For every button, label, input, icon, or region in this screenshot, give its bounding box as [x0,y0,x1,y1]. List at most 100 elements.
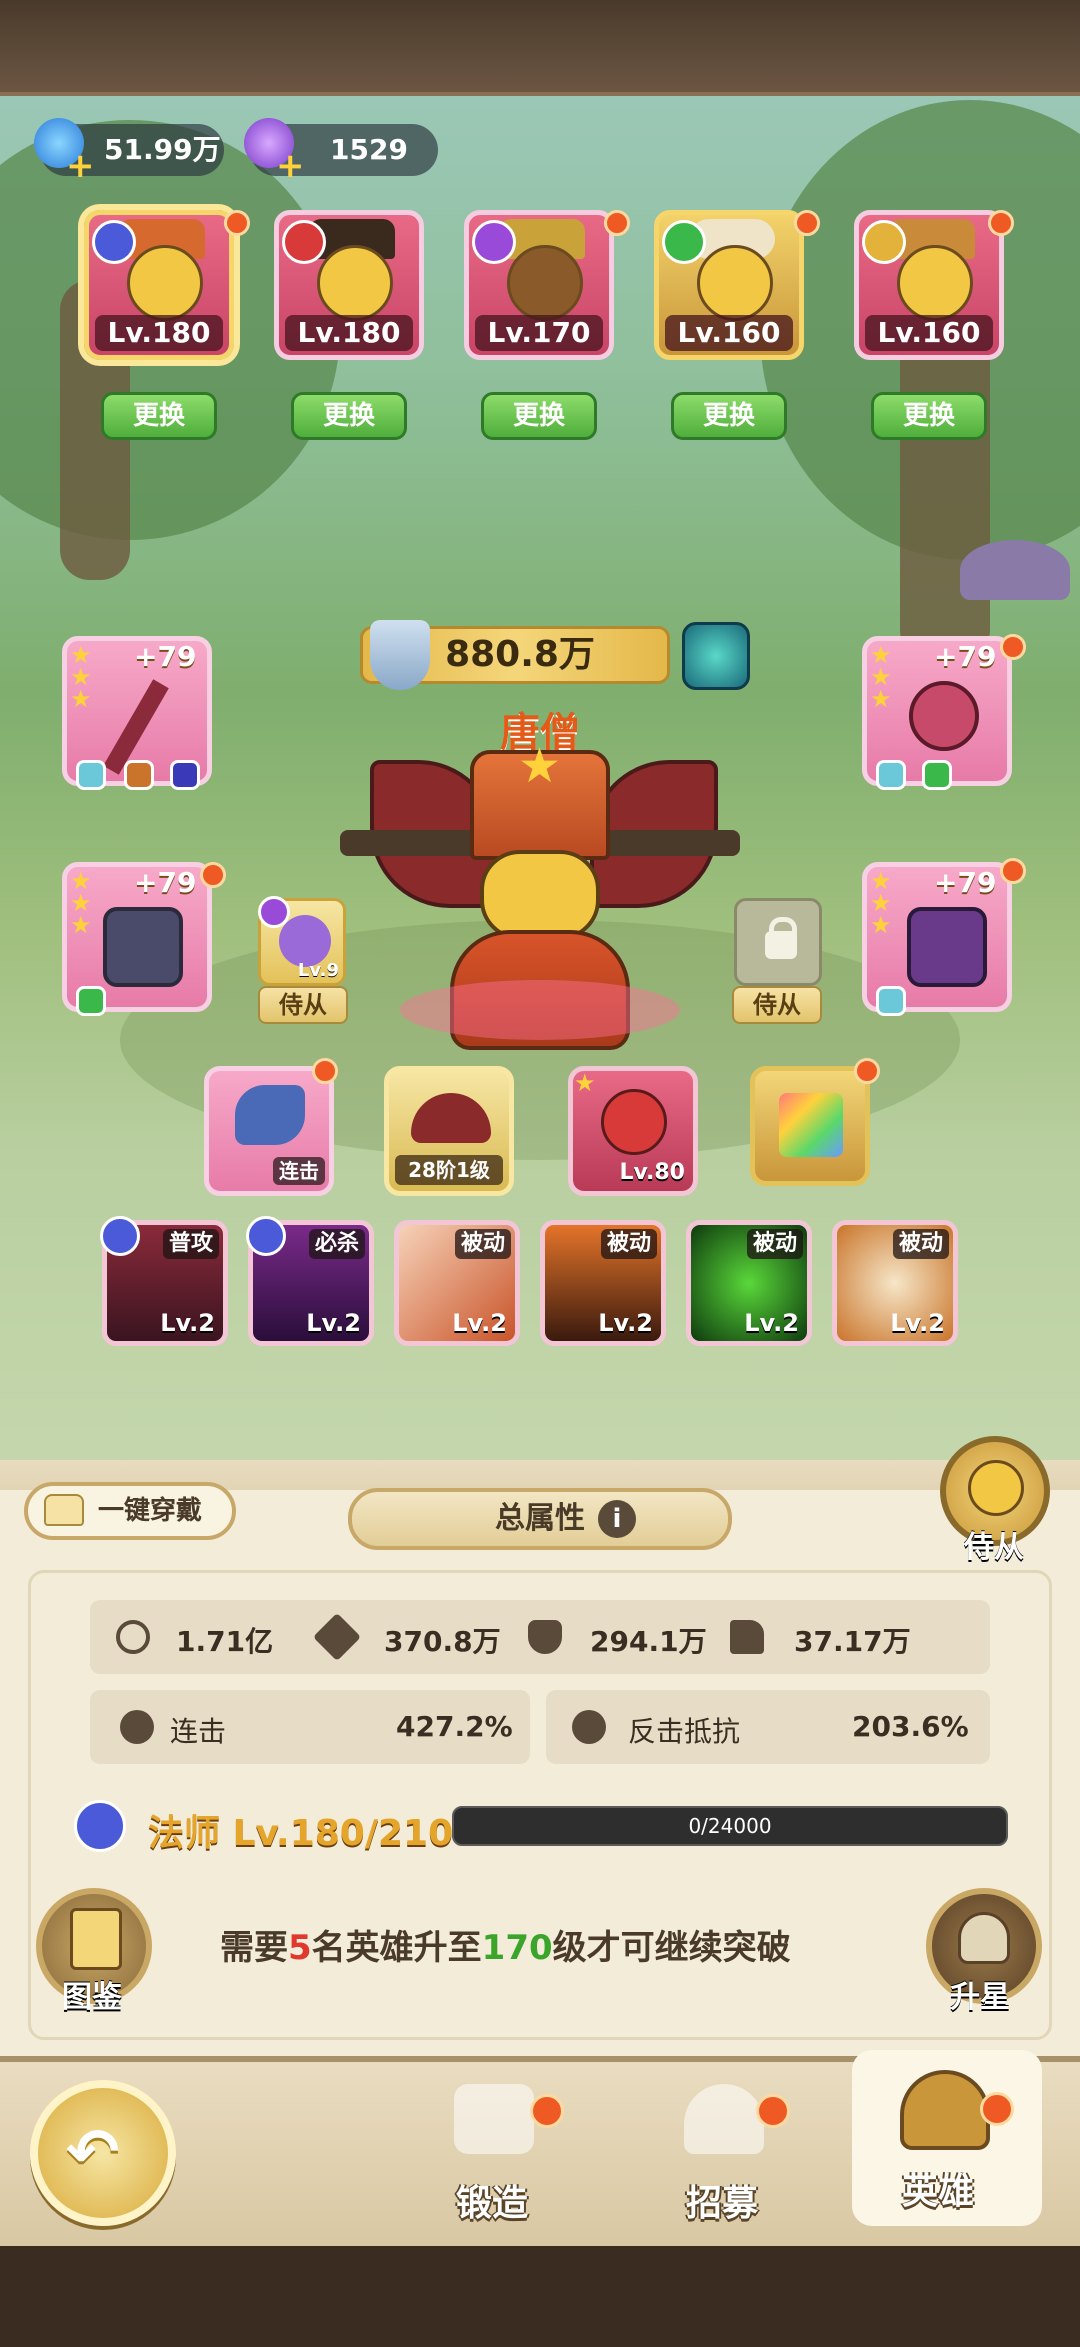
follower-button-label: 侍从 [964,1530,1024,1565]
gem-icon [876,986,906,1016]
team-row: Lv.180 更换 Lv.180 更换 Lv.170 更换 Lv.160 更换 … [84,210,1014,450]
armor [103,907,183,987]
hero-portrait [897,245,973,321]
star-icon: ★ ★ ★ [70,641,92,713]
notification-dot [224,210,250,236]
skill-level: Lv.2 [306,1309,361,1337]
swap-button[interactable]: 更换 [101,392,217,440]
skill-tag: 必杀 [308,1229,365,1259]
skill-tag: 被动 [454,1229,511,1259]
follower-label[interactable]: 侍从 [732,986,822,1024]
compass-icon[interactable] [682,622,750,690]
cube-slot[interactable] [750,1066,870,1186]
notification-dot [854,1058,880,1084]
attack-value: 370.8万 [384,1625,501,1658]
pet-portrait [601,1089,667,1155]
nav-hero-tab-active[interactable]: 英雄 [852,2050,1042,2226]
skill-level: Lv.2 [160,1309,215,1337]
follower-level: Lv.9 [297,960,339,981]
follower-label[interactable]: 侍从 [258,986,348,1024]
hero-level: Lv.180 [95,315,223,351]
plus-icon[interactable]: + [66,146,95,186]
defense-value: 294.1万 [590,1625,707,1658]
wings-slot[interactable]: 28阶1级 [384,1066,514,1196]
anvil-icon [454,2084,534,2154]
equipment-level: +79 [934,866,997,899]
hero-level: Lv.180 [285,315,413,351]
gem-icon [76,986,106,1016]
notification-dot [1000,634,1026,660]
class-level: Lv.180/210 [232,1813,454,1854]
requirement-text: 需要 [220,1928,288,1968]
nav-recruit-label: 招募 [686,2183,759,2224]
shield-icon [862,220,906,264]
skill-tag: 被动 [600,1229,657,1259]
star-icon: ★ ★ ★ [870,867,892,939]
wings-level: 28阶1级 [395,1155,503,1185]
plus-icon[interactable]: + [276,146,305,186]
skill-card[interactable]: 被动 Lv.2 [394,1220,520,1346]
lock-shackle [769,917,797,940]
book-icon [70,1908,122,1970]
requirement-hero-count: 5 [288,1928,312,1968]
skill-row: 普攻 Lv.2 必杀 Lv.2 被动 Lv.2 被动 Lv.2 被动 Lv.2 … [100,1216,962,1350]
amulet [909,681,979,751]
counter-resist-label: 反击抵抗 [628,1715,741,1748]
swap-button[interactable]: 更换 [291,392,407,440]
breakthrough-requirement: 需要5名英雄升至170级才可继续突破 [220,1920,860,1969]
star-icon: ★ ★ ★ [70,867,92,939]
mushroom [960,540,1070,600]
star-icon: ★ [518,738,562,794]
equipment-level: +79 [934,640,997,673]
notification-dot [200,862,226,888]
equipment-level: +79 [134,640,197,673]
gem-icon [922,760,952,790]
shirt-icon [44,1494,84,1526]
gem-icon [76,760,106,790]
hero-portrait [507,245,583,321]
requirement-level: 170 [481,1928,553,1968]
pet-level: Lv.80 [619,1160,685,1185]
top-frame [0,0,1080,96]
one-key-equip-label: 一键穿戴 [98,1496,203,1526]
star-icon: ★ ★ ★ [870,641,892,713]
skill-card[interactable]: 被动 Lv.2 [686,1220,812,1346]
hood-icon [258,896,290,928]
swap-button[interactable]: 更换 [671,392,787,440]
mage-staff-icon [92,220,136,264]
notification-dot [1000,858,1026,884]
hero-level: Lv.170 [475,315,603,351]
follower-face-icon [968,1460,1024,1516]
gem-value: 1529 [330,133,408,166]
skill-card[interactable]: 被动 Lv.2 [540,1220,666,1346]
wings-icon [411,1093,491,1143]
swap-button[interactable]: 更换 [481,392,597,440]
total-attributes-header[interactable]: 总属性 [348,1488,732,1550]
notification-dot [980,2092,1014,2126]
hero-portrait [127,245,203,321]
info-icon[interactable]: i [598,1500,636,1538]
skill-tag: 被动 [892,1229,949,1259]
boots [907,907,987,987]
swap-button[interactable]: 更换 [871,392,987,440]
hero-portrait [317,245,393,321]
follower-slot-right[interactable] [734,898,822,986]
requirement-text: 名英雄升至 [311,1928,482,1968]
experience-bar: 0/24000 [452,1806,1008,1846]
bottom-frame [0,2246,1080,2347]
skill-level: Lv.2 [890,1309,945,1337]
back-button[interactable]: ↶ [30,2080,176,2226]
total-attributes-label: 总属性 [495,1501,585,1536]
skill-card[interactable]: 被动 Lv.2 [832,1220,958,1346]
notification-dot [988,210,1014,236]
mage-staff-icon [100,1216,140,1256]
hood-icon [472,220,516,264]
counter-icon [572,1710,606,1744]
skill-tag: 普攻 [162,1229,219,1259]
gem-icon [124,760,154,790]
hero-portrait [697,245,773,321]
mage-staff-icon [74,1800,126,1852]
hero-face [480,850,600,940]
combo-skill-slot[interactable]: 连击 [204,1066,334,1196]
skill-tag: 被动 [746,1229,803,1259]
